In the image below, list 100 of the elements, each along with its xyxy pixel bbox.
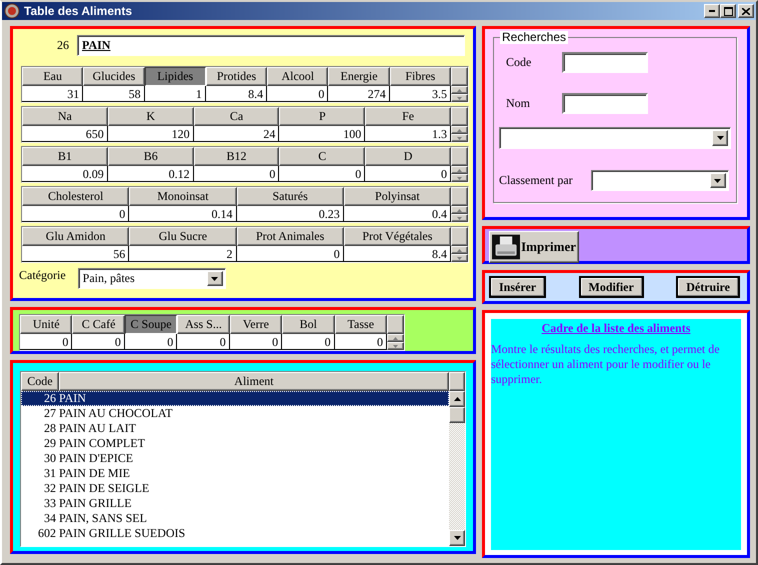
value-cell[interactable]: 0 [230, 334, 282, 350]
column-header[interactable]: Polyinsat [344, 187, 451, 206]
minimize-button[interactable] [704, 4, 720, 18]
filter-dropdown[interactable] [499, 127, 731, 149]
column-header[interactable]: Alcool [267, 67, 328, 86]
column-header[interactable]: B12 [194, 147, 280, 166]
value-cell[interactable]: 0 [334, 334, 387, 350]
value-cell[interactable]: 3.5 [390, 86, 451, 102]
column-header[interactable]: C Soupe [124, 315, 178, 334]
column-header[interactable]: Lipides [144, 67, 206, 86]
column-header[interactable]: C Café [72, 315, 125, 334]
corner-button[interactable] [451, 147, 468, 166]
column-header[interactable]: P [279, 107, 366, 126]
food-list[interactable]: Code Aliment 26 PAIN 27 PAIN AU CHOCOLAT 28 PAIN AU LAIT 29 PAIN COMPLET 30 PAIN D'EPICE 31 PAIN DE MIE 32 PAIN DE SEIGLE 33 PAIN GRILLE 34 PAIN, SANS SEL 602 PAIN GRILLE SUEDOIS [20, 371, 466, 547]
value-cell[interactable]: 0.4 [344, 206, 451, 222]
scroll-thumb[interactable] [449, 407, 465, 423]
list-row[interactable]: 602 PAIN GRILLE SUEDOIS [21, 526, 449, 541]
food-name-field[interactable]: PAIN [77, 35, 465, 56]
spin-button[interactable] [451, 206, 468, 222]
corner-button[interactable] [451, 107, 468, 126]
action-button[interactable]: Modifier [578, 276, 644, 298]
scrollbar[interactable] [449, 391, 465, 546]
corner-button[interactable] [451, 227, 468, 246]
print-button[interactable]: Imprimer [489, 231, 579, 263]
list-row[interactable]: 26 PAIN [21, 391, 449, 406]
column-header[interactable]: Energie [328, 67, 390, 86]
spin-button[interactable] [451, 126, 468, 142]
list-row[interactable]: 34 PAIN, SANS SEL [21, 511, 449, 526]
action-button[interactable]: Insérer [489, 276, 546, 298]
column-header[interactable]: Ass S... [177, 315, 230, 334]
list-row[interactable]: 33 PAIN GRILLE [21, 496, 449, 511]
column-header[interactable]: Prot Animales [236, 227, 344, 246]
spin-button[interactable] [450, 86, 468, 102]
column-header[interactable]: Ca [194, 107, 280, 126]
value-cell[interactable]: 0 [124, 334, 178, 350]
column-header[interactable]: Prot Végétales [344, 227, 451, 246]
value-cell[interactable]: 2 [129, 246, 236, 262]
value-cell[interactable]: 31 [22, 86, 84, 102]
list-row[interactable]: 28 PAIN AU LAIT [21, 421, 449, 436]
column-header[interactable]: Tasse [334, 315, 387, 334]
name-field[interactable] [562, 93, 648, 114]
value-cell[interactable]: 0 [22, 206, 130, 222]
column-header[interactable]: Eau [22, 67, 84, 86]
column-header[interactable]: Monoinsat [129, 187, 236, 206]
list-row[interactable]: 30 PAIN D'EPICE [21, 451, 449, 466]
spin-button[interactable] [451, 246, 468, 262]
column-header[interactable]: D [365, 147, 451, 166]
column-header[interactable]: Protides [206, 67, 268, 86]
close-button[interactable] [738, 4, 754, 18]
list-row[interactable]: 29 PAIN COMPLET [21, 436, 449, 451]
corner-button[interactable] [449, 372, 465, 391]
value-cell[interactable]: 1.3 [365, 126, 451, 142]
value-cell[interactable]: 0 [279, 166, 366, 182]
column-header[interactable]: Glu Sucre [129, 227, 236, 246]
column-header[interactable]: B6 [108, 147, 194, 166]
maximize-button[interactable] [720, 4, 736, 18]
column-header[interactable]: Glucides [83, 67, 145, 86]
value-cell[interactable]: 0 [72, 334, 125, 350]
code-field[interactable] [562, 52, 648, 73]
column-header[interactable]: Cholesterol [22, 187, 130, 206]
column-header[interactable]: Code [21, 372, 59, 391]
corner-button[interactable] [451, 187, 468, 206]
value-cell[interactable]: 100 [279, 126, 366, 142]
spin-button[interactable] [386, 334, 404, 350]
value-cell[interactable]: 120 [108, 126, 194, 142]
value-cell[interactable]: 0 [365, 166, 451, 182]
value-cell[interactable]: 0.23 [236, 206, 344, 222]
sort-dropdown[interactable] [590, 170, 729, 191]
category-dropdown[interactable]: Pain, pâtes [78, 268, 226, 289]
list-row[interactable]: 31 PAIN DE MIE [21, 466, 449, 481]
list-row[interactable]: 27 PAIN AU CHOCOLAT [21, 406, 449, 421]
value-cell[interactable]: 0.14 [129, 206, 236, 222]
corner-button[interactable] [450, 67, 468, 86]
value-cell[interactable]: 24 [194, 126, 280, 142]
corner-button[interactable] [386, 315, 404, 334]
value-cell[interactable]: 274 [328, 86, 390, 102]
column-header[interactable]: Unité [20, 315, 72, 334]
spin-button[interactable] [451, 166, 468, 182]
value-cell[interactable]: 0 [194, 166, 280, 182]
value-cell[interactable]: 56 [22, 246, 130, 262]
column-header[interactable]: Bol [282, 315, 335, 334]
value-cell[interactable]: 58 [83, 86, 145, 102]
column-header[interactable]: Fibres [390, 67, 451, 86]
action-button[interactable]: Détruire [676, 276, 740, 298]
column-header[interactable]: Verre [230, 315, 282, 334]
value-cell[interactable]: 1 [144, 86, 206, 102]
value-cell[interactable]: 0 [267, 86, 328, 102]
value-cell[interactable]: 0.12 [108, 166, 194, 182]
value-cell[interactable]: 0.09 [22, 166, 108, 182]
column-header[interactable]: Na [22, 107, 108, 126]
column-header[interactable]: Fe [365, 107, 451, 126]
value-cell[interactable]: 8.4 [344, 246, 451, 262]
value-cell[interactable]: 0 [282, 334, 335, 350]
column-header[interactable]: B1 [22, 147, 108, 166]
column-header[interactable]: Aliment [58, 372, 450, 391]
value-cell[interactable]: 0 [20, 334, 72, 350]
column-header[interactable]: Glu Amidon [22, 227, 130, 246]
column-header[interactable]: K [108, 107, 194, 126]
value-cell[interactable]: 8.4 [206, 86, 268, 102]
list-row[interactable]: 32 PAIN DE SEIGLE [21, 481, 449, 496]
